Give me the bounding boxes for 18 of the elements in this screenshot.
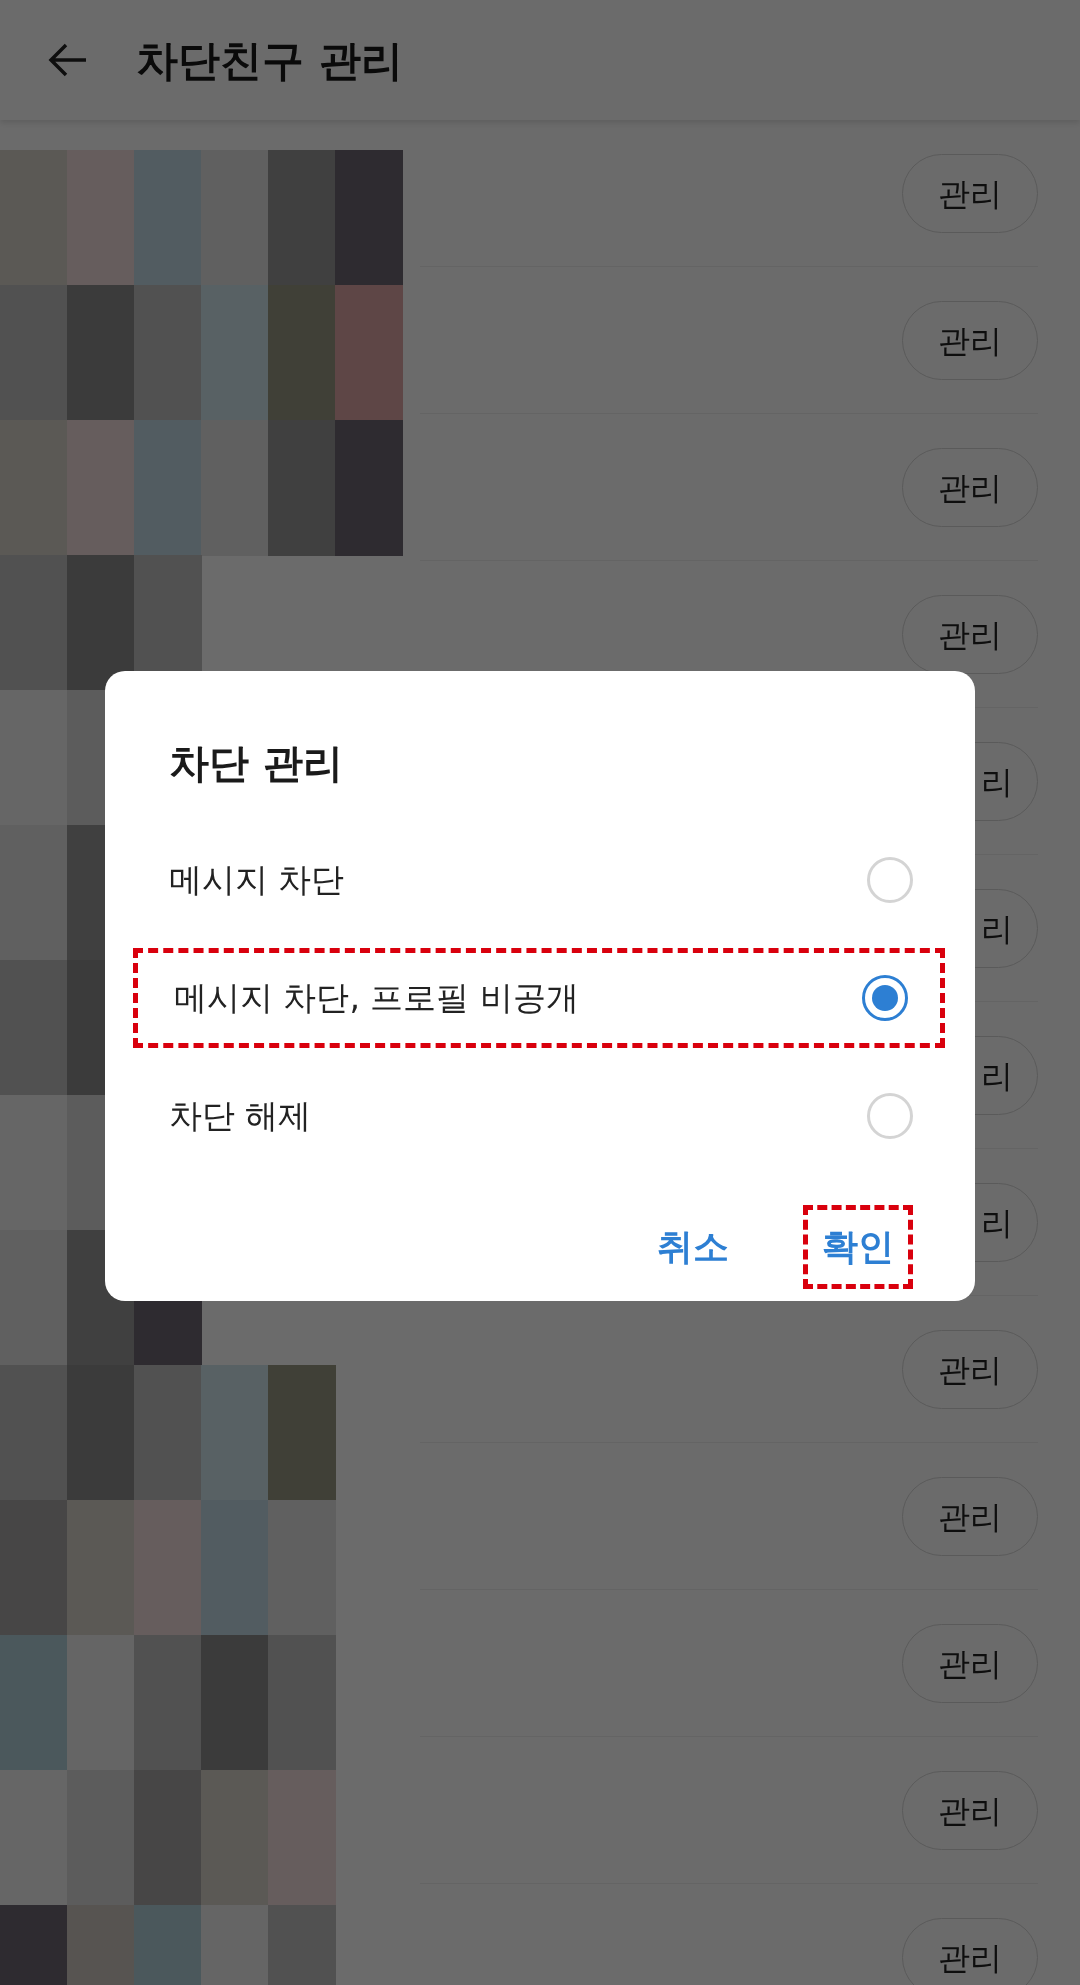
manage-button[interactable]: 관리 bbox=[902, 1918, 1038, 1985]
radio-button[interactable] bbox=[862, 975, 908, 1021]
manage-button[interactable]: 관리 bbox=[902, 595, 1038, 674]
manage-button[interactable]: 관리 bbox=[902, 1330, 1038, 1409]
highlighted-option[interactable]: 메시지 차단, 프로필 비공개 bbox=[133, 948, 945, 1048]
manage-button[interactable]: 관리 bbox=[902, 448, 1038, 527]
page-title: 차단친구 관리 bbox=[136, 34, 403, 87]
manage-button[interactable]: 관리 bbox=[902, 1477, 1038, 1556]
confirm-button[interactable]: 확인 bbox=[803, 1205, 913, 1289]
manage-button[interactable]: 관리 bbox=[902, 154, 1038, 233]
manage-button[interactable]: 관리 bbox=[902, 301, 1038, 380]
cancel-button[interactable]: 취소 bbox=[643, 1205, 743, 1289]
manage-button[interactable]: 관리 bbox=[902, 1771, 1038, 1850]
radio-option[interactable]: 메시지 차단 bbox=[169, 821, 913, 939]
radio-option[interactable]: 차단 해제 bbox=[169, 1057, 913, 1175]
manage-button[interactable]: 관리 bbox=[902, 1624, 1038, 1703]
back-icon[interactable] bbox=[48, 43, 88, 77]
dialog-title: 차단 관리 bbox=[169, 739, 344, 788]
